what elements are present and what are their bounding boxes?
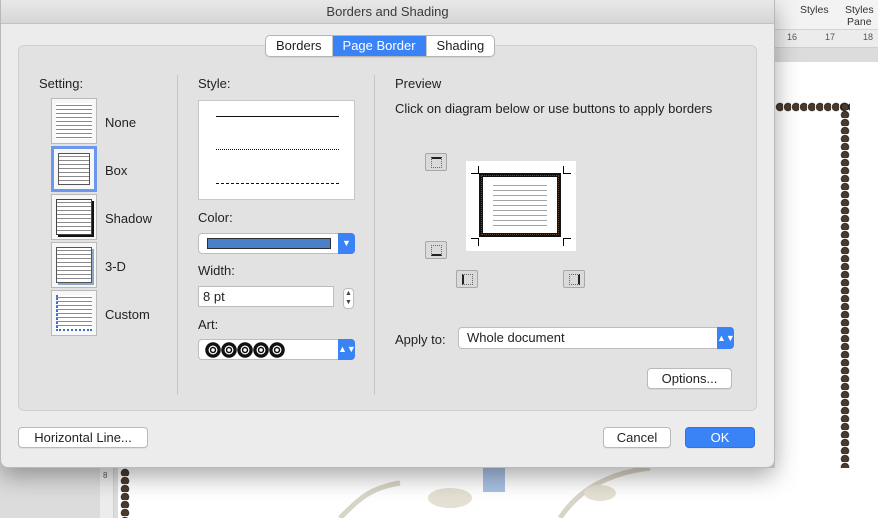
bottom-border-button[interactable] [425,241,447,259]
text-selection-highlight [483,468,505,492]
preview-diagram[interactable] [466,161,576,251]
ribbon: Styles Styles Pane [775,0,878,30]
setting-shadow-label[interactable]: Shadow [105,211,152,226]
color-select[interactable]: ▼ [198,233,355,254]
setting-none-label[interactable]: None [105,115,136,130]
style-label: Style: [198,76,231,91]
preview-text-lines [493,182,547,228]
crop-mark [563,166,571,174]
width-stepper[interactable]: ▲ ▼ [343,288,354,309]
style-option-solid[interactable] [216,116,339,117]
styles-gallery-button[interactable]: Styles [800,4,829,16]
setting-box-icon[interactable] [51,146,97,192]
setting-label: Setting: [39,76,84,91]
setting-shadow-icon[interactable] [51,194,97,240]
color-swatch [207,238,331,249]
vertical-ruler: 8 [100,468,114,518]
tab-bar: Borders Page Border Shading [265,35,496,57]
options-button[interactable]: Options... [647,368,732,389]
divider [177,75,178,395]
right-border-button[interactable] [563,270,585,288]
apply-to-label: Apply to: [395,332,446,347]
top-border-icon [431,157,442,168]
horizontal-ruler: 16 17 18 [775,30,878,48]
width-field[interactable]: 8 pt [198,286,334,307]
dialog-title: Borders and Shading [1,0,774,24]
borders-and-shading-dialog: Borders and Shading Borders Page Border … [0,0,775,468]
style-option-dotted[interactable] [216,149,339,150]
chevron-updown-icon[interactable]: ▲▼ [338,339,356,360]
ok-button[interactable]: OK [685,427,755,448]
crop-mark [563,238,571,246]
ruler-tick-label: 8 [103,471,108,480]
page-art-border-left [120,468,130,518]
apply-to-value: Whole document [467,330,565,345]
left-border-icon [462,274,473,285]
style-option-dashed[interactable] [216,183,339,184]
divider [374,75,375,395]
top-border-button[interactable] [425,153,447,171]
ruler-tick-label: 17 [825,32,836,42]
left-border-button[interactable] [456,270,478,288]
art-select[interactable]: ▲▼ [198,339,356,360]
setting-none-icon[interactable] [51,98,97,144]
ruler-tick-label: 16 [787,32,798,42]
tab-shading[interactable]: Shading [427,36,495,56]
bottom-border-icon [431,245,442,256]
art-label: Art: [198,317,219,332]
crop-mark [471,166,479,174]
horizontal-line-button[interactable]: Horizontal Line... [18,427,148,448]
color-label: Color: [198,210,233,225]
page-art-border-top [775,102,850,112]
styles-pane-button[interactable]: Styles Pane [845,4,874,28]
style-list[interactable] [198,100,355,200]
preview-instruction: Click on diagram below or use buttons to… [395,101,713,116]
setting-custom-icon[interactable] [51,290,97,336]
setting-box-label[interactable]: Box [105,163,127,178]
ruler-tick-label: 18 [863,32,874,42]
crop-mark [471,238,479,246]
chevron-updown-icon[interactable]: ▲▼ [717,327,735,349]
apply-to-select[interactable]: Whole document ▲▼ [458,327,735,349]
document-page[interactable] [775,62,878,518]
page-art-border-right [840,102,850,518]
setting-3d-icon[interactable] [51,242,97,288]
art-border-sample-icon [205,342,285,358]
setting-custom-label[interactable]: Custom [105,307,150,322]
tab-page-border[interactable]: Page Border [332,36,427,56]
right-border-icon [569,274,580,285]
chevron-down-icon[interactable]: ▼ [338,233,355,254]
setting-3d-label[interactable]: 3-D [105,259,126,274]
tab-borders[interactable]: Borders [266,36,333,56]
preview-label: Preview [395,76,442,91]
cancel-button[interactable]: Cancel [603,427,671,448]
width-label: Width: [198,263,235,278]
page-border-panel: Setting: None Box Shadow 3-D Custom Styl… [18,45,757,411]
